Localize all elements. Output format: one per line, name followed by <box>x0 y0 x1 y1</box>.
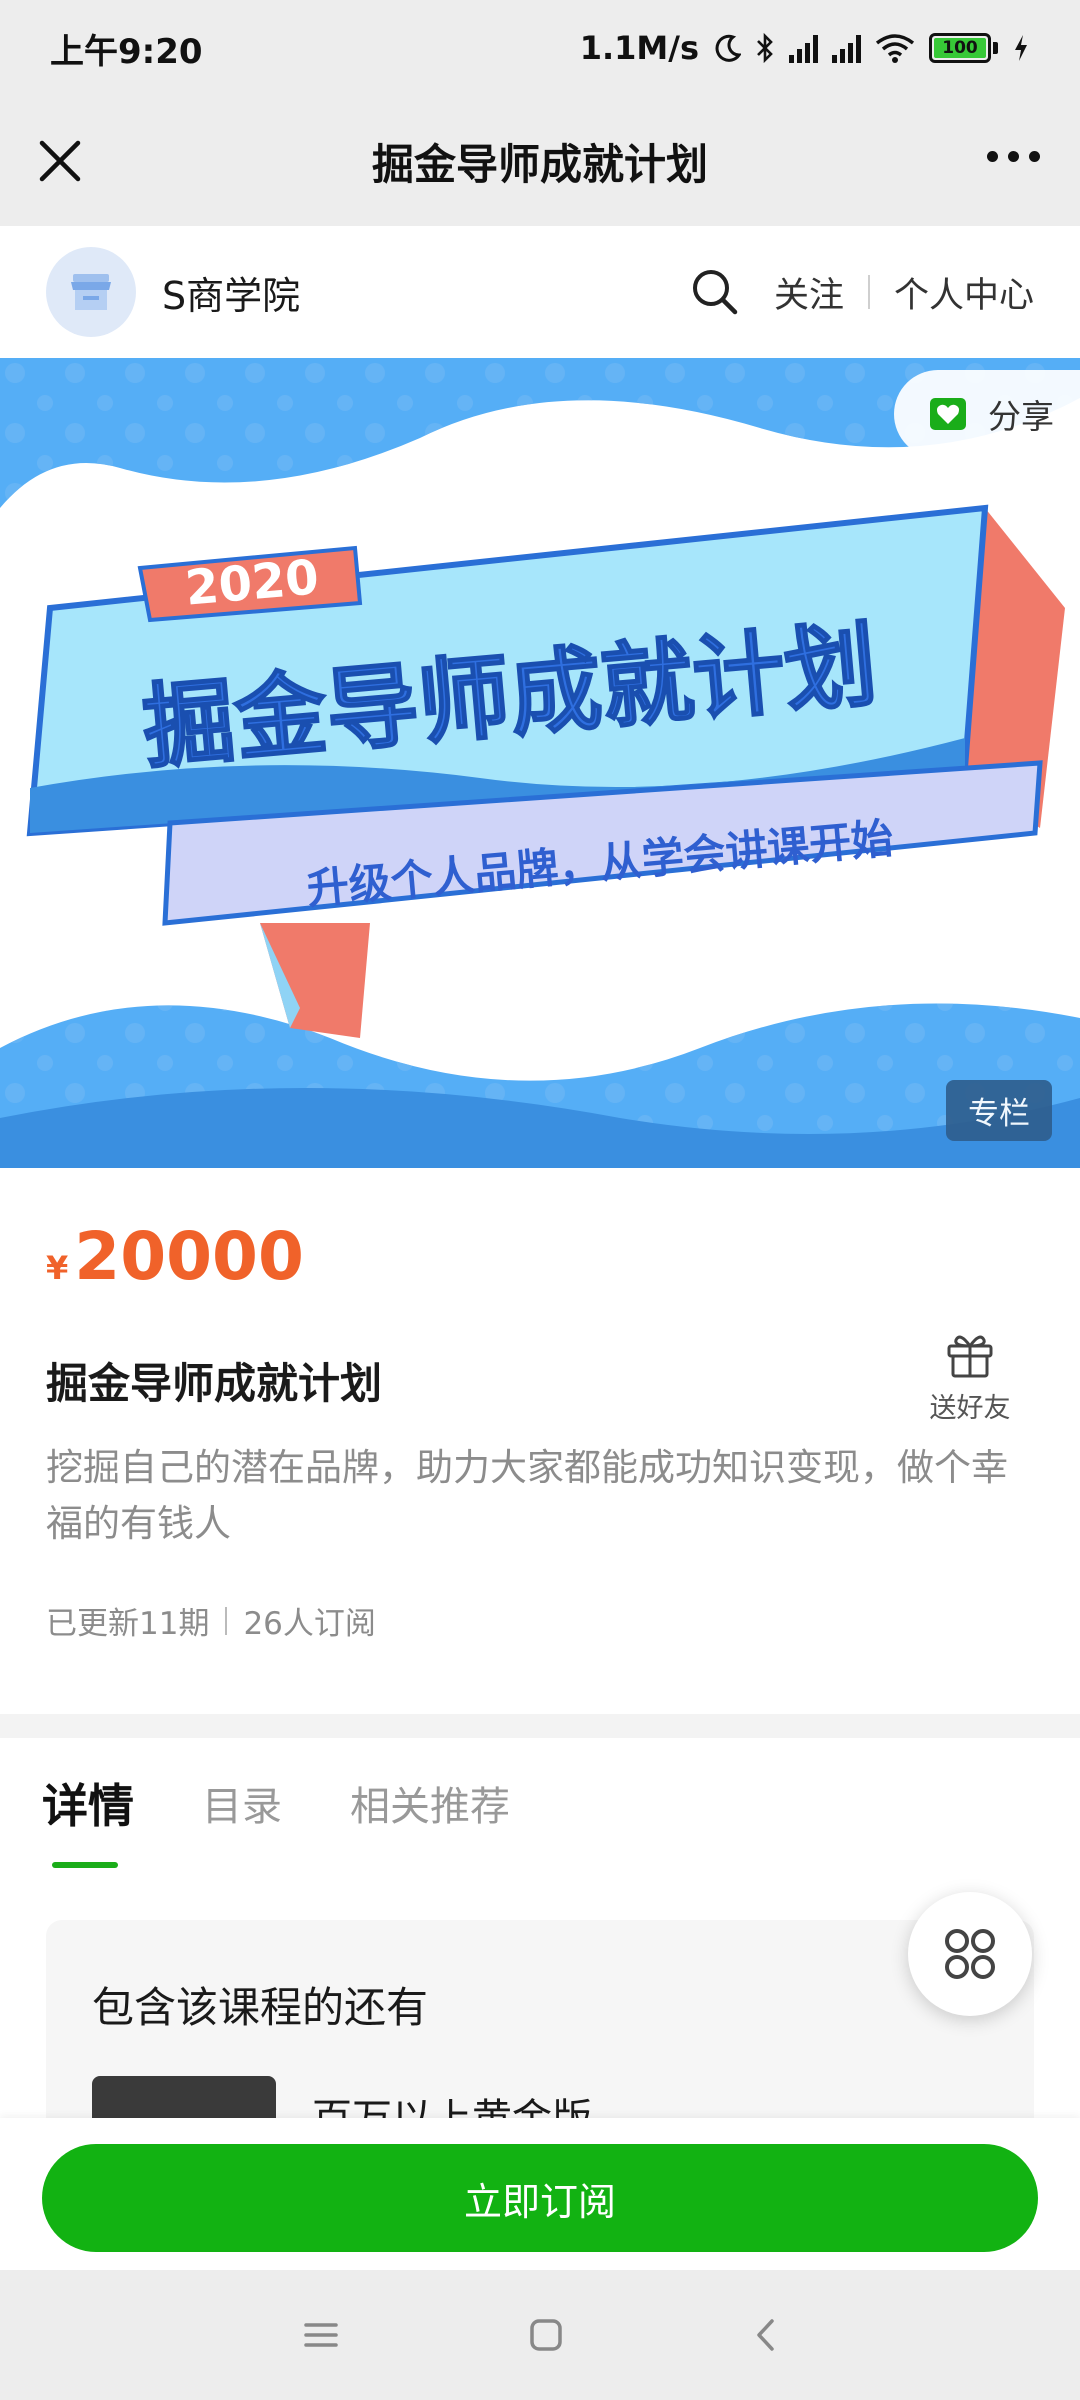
back-nav-icon[interactable] <box>753 2317 777 2353</box>
subscribe-button[interactable]: 立即订阅 <box>42 2144 1038 2252</box>
tab-catalog[interactable]: 目录 <box>202 1774 282 1832</box>
moon-icon <box>715 34 741 62</box>
course-banner[interactable]: 2020 掘金导师成就计划 升级个人品牌，从学会讲课开始 分享 专栏 <box>0 358 1080 1168</box>
profile-center-link[interactable]: 个人中心 <box>894 267 1034 318</box>
share-icon <box>930 398 966 430</box>
action-divider <box>867 275 870 309</box>
signal-icon-2 <box>832 33 861 63</box>
course-description: 挖掘自己的潜在品牌，助力大家都能成功知识变现，做个幸福的有钱人 <box>46 1446 1008 1545</box>
price-value: 20000 <box>74 1218 304 1295</box>
grid-menu-icon <box>945 1929 995 1979</box>
shop-actions: 关注 个人中心 <box>690 267 1034 318</box>
signal-icon-1 <box>789 33 818 63</box>
course-title: 掘金导师成就计划 <box>46 1359 383 1408</box>
close-icon[interactable] <box>32 133 88 189</box>
store-icon <box>71 274 111 310</box>
status-bar: 上午9:20 1.1M/s 100 <box>0 0 1080 96</box>
share-button[interactable]: 分享 <box>894 370 1080 458</box>
product-info: ¥ 20000 掘金导师成就计划 送好友 挖掘自己的潜在品牌，助力大家都能成功知… <box>0 1168 1080 1738</box>
course-meta: 已更新11期 26人订阅 <box>46 1598 376 1643</box>
tab-recommendations[interactable]: 相关推荐 <box>350 1774 510 1832</box>
shop-avatar[interactable] <box>46 247 136 337</box>
home-nav-icon[interactable] <box>529 2318 563 2352</box>
banner-artwork: 2020 掘金导师成就计划 升级个人品牌，从学会讲课开始 <box>0 358 1080 1168</box>
status-icons: 1.1M/s 100 <box>580 29 1030 67</box>
share-label: 分享 <box>988 397 1054 436</box>
column-badge: 专栏 <box>946 1080 1052 1141</box>
search-icon[interactable] <box>690 267 740 317</box>
charging-icon <box>1015 35 1027 61</box>
title-bar: 掘金导师成就计划 <box>0 96 1080 226</box>
page-title: 掘金导师成就计划 <box>371 139 708 189</box>
gift-label: 送好友 <box>929 1393 1011 1424</box>
shop-header: S商学院 关注 个人中心 <box>0 226 1080 358</box>
battery-level: 100 <box>934 38 986 58</box>
related-courses-card: 包含该课程的还有 百万以上黄金版 <box>46 1920 1034 2150</box>
system-nav-bar <box>0 2270 1080 2400</box>
more-options-icon[interactable] <box>987 151 1040 162</box>
price: ¥ 20000 <box>46 1218 304 1295</box>
price-currency: ¥ <box>46 1249 69 1287</box>
update-count: 已更新11期 <box>46 1606 210 1642</box>
banner-year: 2020 <box>183 549 321 616</box>
tab-details[interactable]: 详情 <box>42 1770 134 1868</box>
gift-to-friend-button[interactable]: 送好友 <box>918 1330 1022 1425</box>
battery-icon: 100 <box>929 33 998 63</box>
floating-menu-button[interactable] <box>908 1892 1032 2016</box>
bottom-action-bar: 立即订阅 <box>0 2118 1080 2270</box>
meta-divider <box>225 1606 228 1635</box>
content-tabs: 详情 目录 相关推荐 <box>0 1738 1080 1868</box>
section-divider <box>0 1714 1080 1738</box>
gift-icon <box>947 1335 993 1378</box>
subscriber-count: 26人订阅 <box>243 1606 376 1642</box>
status-time: 上午9:20 <box>50 31 203 72</box>
related-title: 包含该课程的还有 <box>92 1983 429 2032</box>
bluetooth-icon <box>757 32 773 64</box>
wifi-icon <box>875 34 915 63</box>
follow-button[interactable]: 关注 <box>774 267 844 318</box>
network-speed: 1.1M/s <box>579 29 699 67</box>
shop-name[interactable]: S商学院 <box>162 265 300 320</box>
menu-nav-icon[interactable] <box>303 2320 339 2350</box>
